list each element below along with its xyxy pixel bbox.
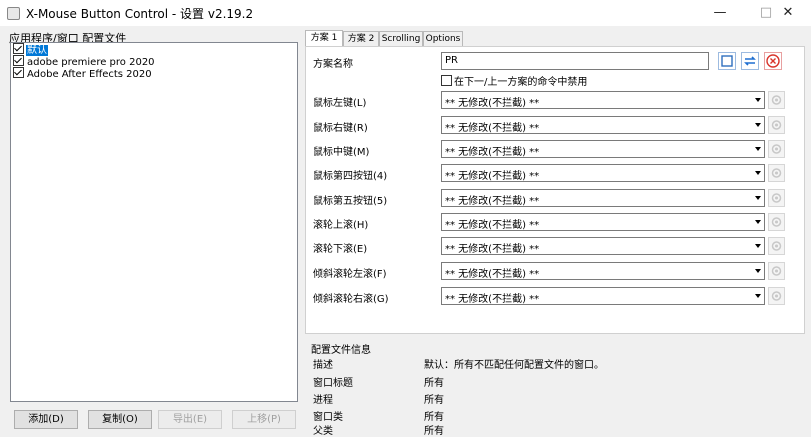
minimize-button[interactable]: — [697,0,743,26]
disable-next-prev-checkbox[interactable]: 在下一/上一方案的命令中禁用 [441,73,587,88]
row-label-wheel-down: 滚轮下滚(E) [313,244,368,255]
settings-gear-icon[interactable] [768,164,785,182]
copy-scheme-icon[interactable] [718,52,736,70]
profile-checkbox[interactable] [13,67,24,78]
info-key-description: 描述 [313,360,333,371]
mapping-select-tilt-right[interactable]: ** 无修改(不拦截) ** [441,287,765,305]
tab-scheme-1[interactable]: 方案 1 [305,30,343,47]
row-label-button4: 鼠标第四按钮(4) [313,171,388,182]
scheme-name-label: 方案名称 [313,59,353,70]
window-title: X-Mouse Button Control - 设置 v2.19.2 [26,7,254,21]
mapping-select-tilt-left[interactable]: ** 无修改(不拦截) ** [441,262,765,280]
settings-gear-icon[interactable] [768,189,785,207]
settings-gear-icon[interactable] [768,287,785,305]
dropdown-arrow-icon [755,294,761,298]
settings-gear-icon[interactable] [768,213,785,231]
settings-gear-icon[interactable] [768,237,785,255]
row-label-left: 鼠标左键(L) [313,98,367,109]
tab-scrolling[interactable]: Scrolling [379,31,423,47]
dropdown-arrow-icon [755,171,761,175]
profile-checkbox[interactable] [13,43,24,54]
disable-next-prev-label: 在下一/上一方案的命令中禁用 [454,77,588,88]
mapping-select-right[interactable]: ** 无修改(不拦截) ** [441,116,765,134]
tab-options[interactable]: Options [423,31,463,47]
app-icon [7,7,20,20]
copy-button[interactable]: 复制(O) [88,410,152,429]
mapping-select-wheel-up[interactable]: ** 无修改(不拦截) ** [441,213,765,231]
row-label-right: 鼠标右键(R) [313,123,368,134]
profile-item-default[interactable]: 默认 [11,43,297,56]
info-value-window-title: 所有 [424,378,444,389]
checkbox-box[interactable] [441,75,452,86]
info-key-window-title: 窗口标题 [313,378,353,389]
move-up-button[interactable]: 上移(P) [232,410,296,429]
dropdown-arrow-icon [755,220,761,224]
dropdown-arrow-icon [755,244,761,248]
profiles-list[interactable]: 默认 adobe premiere pro 2020 Adobe After E… [10,42,298,402]
dropdown-arrow-icon [755,196,761,200]
row-label-tilt-right: 倾斜滚轮右滚(G) [313,294,389,305]
profile-item-after-effects[interactable]: Adobe After Effects 2020 [11,67,297,80]
profile-info-title: 配置文件信息 [311,345,371,356]
clear-icon[interactable] [764,52,782,70]
mapping-select-middle[interactable]: ** 无修改(不拦截) ** [441,140,765,158]
row-label-middle: 鼠标中键(M) [313,147,370,158]
mapping-select-button4[interactable]: ** 无修改(不拦截) ** [441,164,765,182]
dropdown-arrow-icon [755,123,761,127]
settings-gear-icon[interactable] [768,262,785,280]
dropdown-arrow-icon [755,147,761,151]
settings-gear-icon[interactable] [768,140,785,158]
info-key-process: 进程 [313,395,333,406]
profile-checkbox[interactable] [13,55,24,66]
row-label-button5: 鼠标第五按钮(5) [313,196,388,207]
info-key-window-class: 窗口类 [313,412,343,423]
row-label-tilt-left: 倾斜滚轮左滚(F) [313,269,387,280]
row-label-wheel-up: 滚轮上滚(H) [313,220,369,231]
info-value-process: 所有 [424,395,444,406]
dropdown-arrow-icon [755,269,761,273]
export-button[interactable]: 导出(E) [158,410,222,429]
settings-gear-icon[interactable] [768,91,785,109]
mapping-select-wheel-down[interactable]: ** 无修改(不拦截) ** [441,237,765,255]
profile-item-premiere[interactable]: adobe premiere pro 2020 [11,55,297,68]
title-bar: X-Mouse Button Control - 设置 v2.19.2 — □ … [0,0,811,26]
close-button[interactable]: ✕ [765,0,811,26]
tab-scheme-2[interactable]: 方案 2 [343,31,379,47]
profile-name: Adobe After Effects 2020 [27,69,152,80]
dropdown-arrow-icon [755,98,761,102]
info-value-window-class: 所有 [424,412,444,423]
swap-icon[interactable] [741,52,759,70]
mapping-select-left[interactable]: ** 无修改(不拦截) ** [441,91,765,109]
mapping-select-button5[interactable]: ** 无修改(不拦截) ** [441,189,765,207]
info-value-description: 默认：所有不匹配任何配置文件的窗口。 [424,360,604,371]
add-button[interactable]: 添加(D) [14,410,78,429]
settings-gear-icon[interactable] [768,116,785,134]
scheme-name-input[interactable]: PR [441,52,709,70]
